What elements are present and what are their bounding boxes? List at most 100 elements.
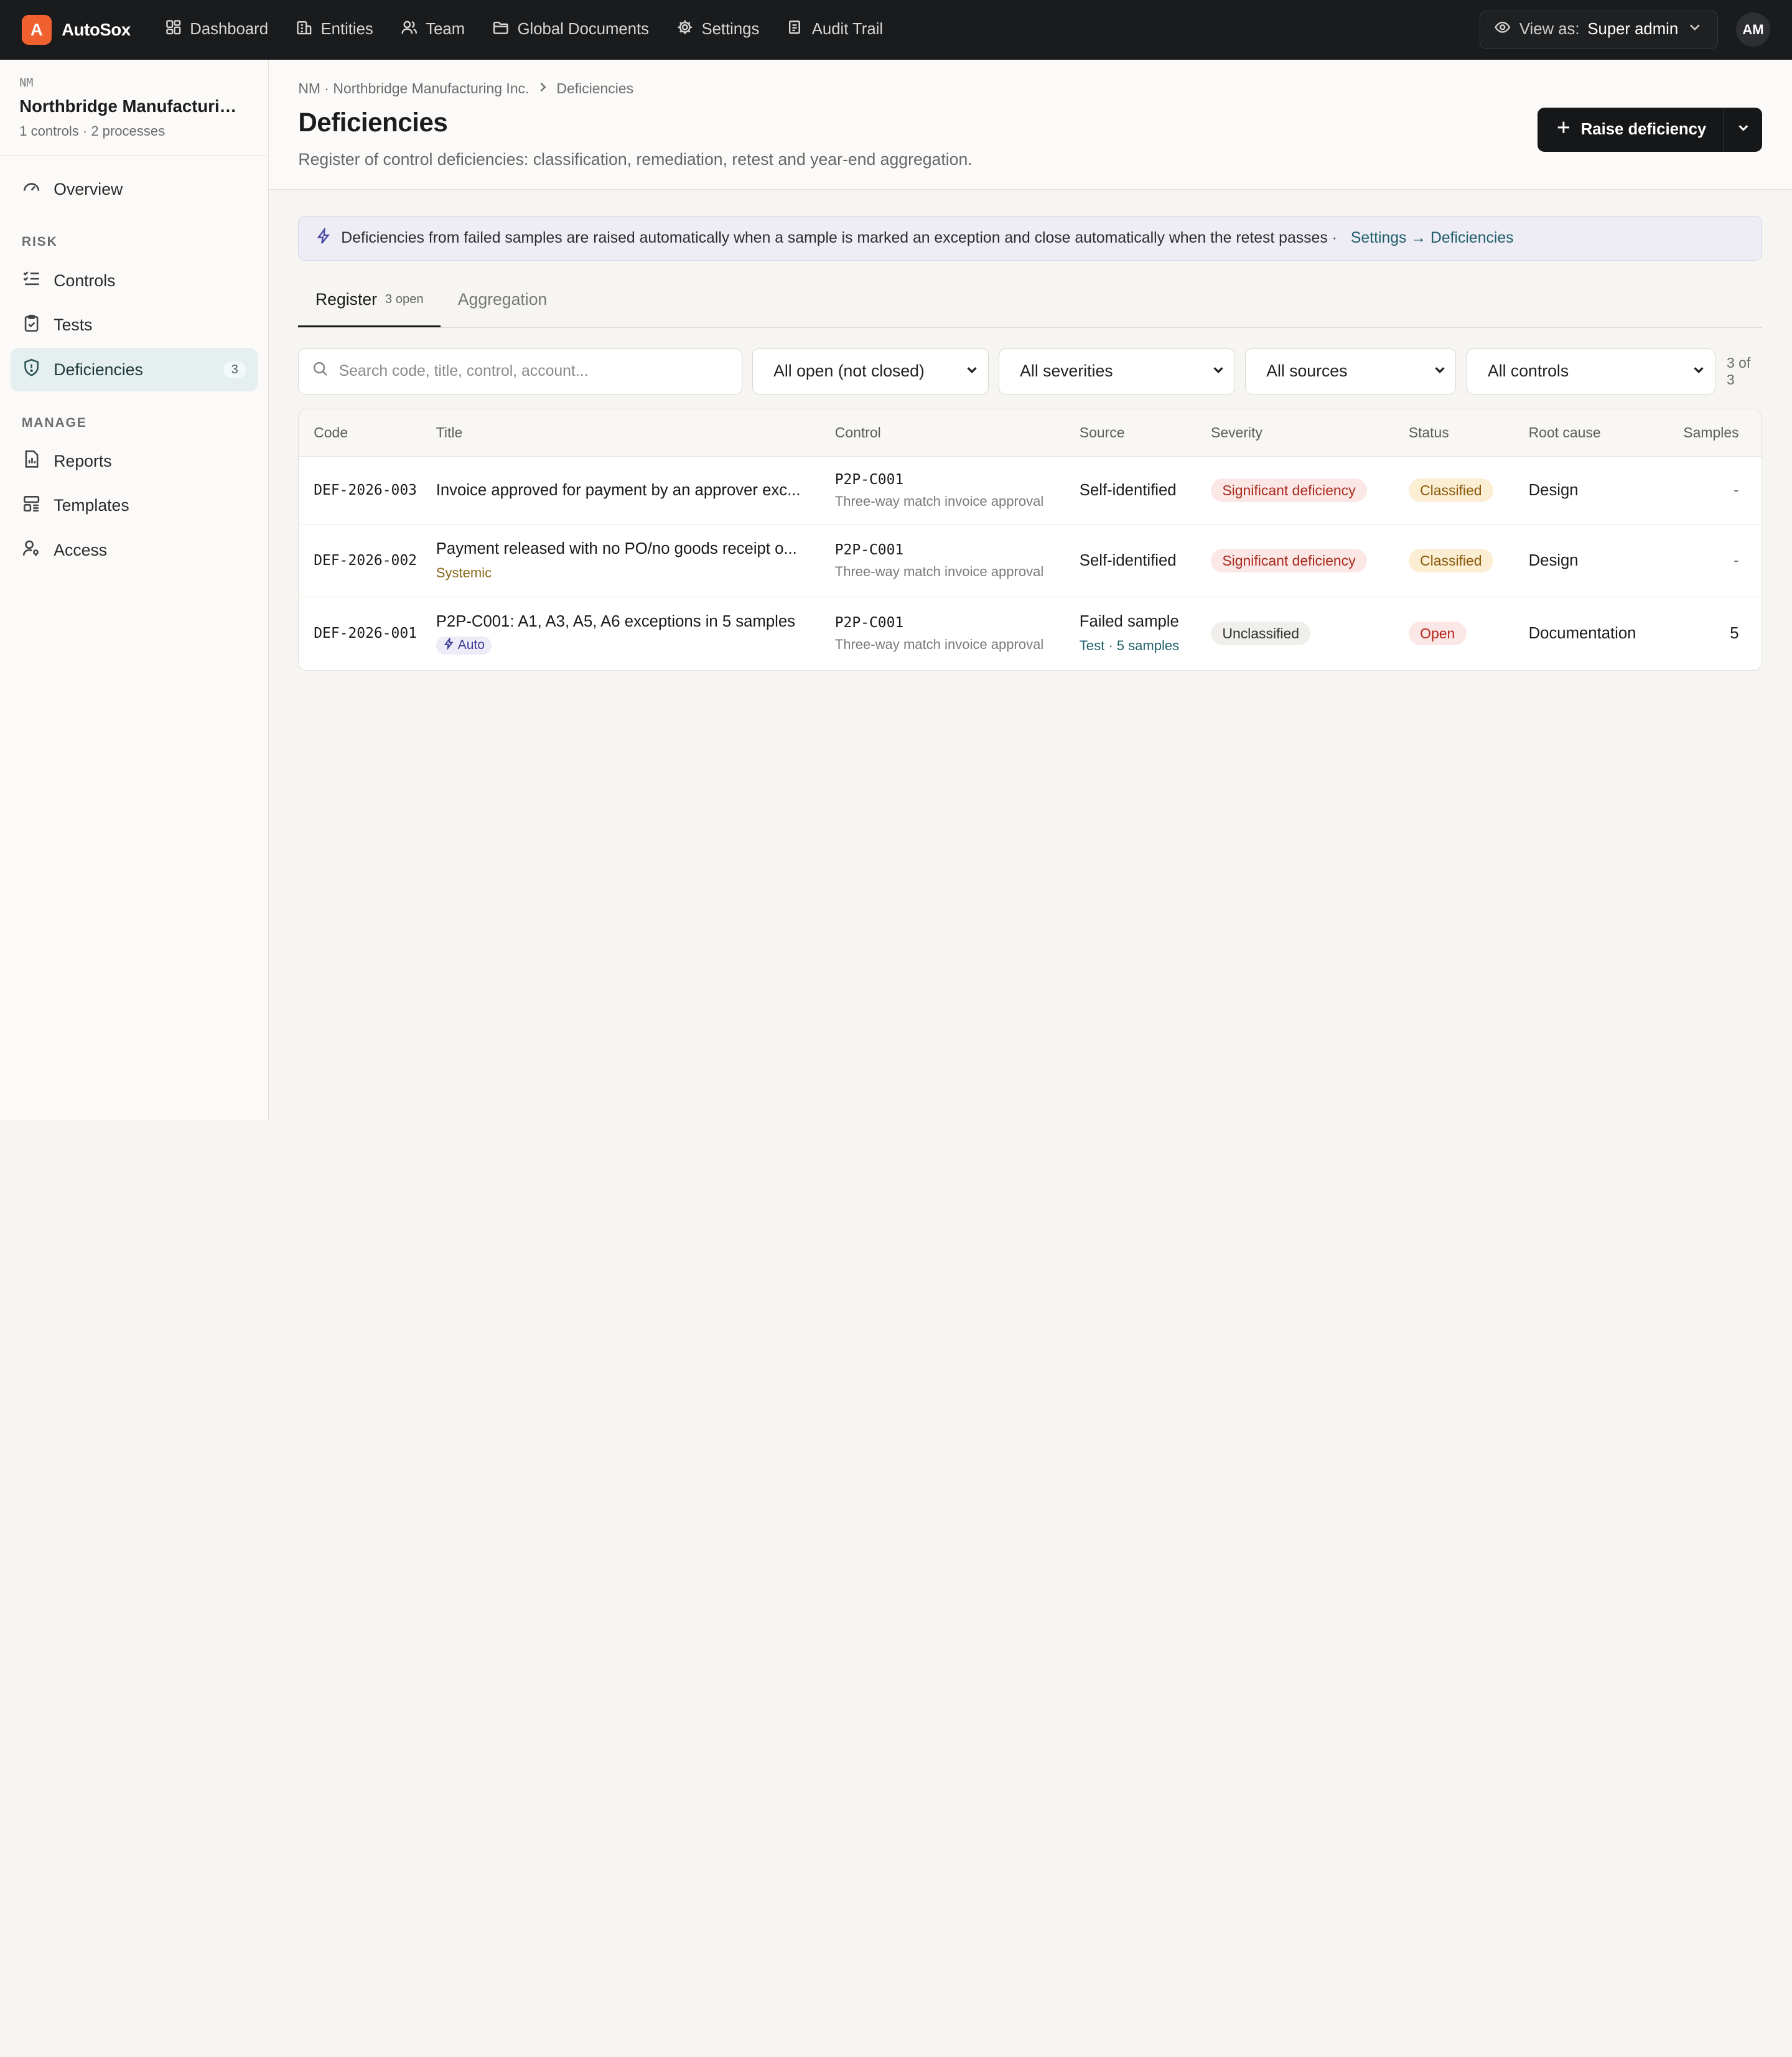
severity-badge: Unclassified — [1211, 622, 1311, 646]
column-header-title[interactable]: Title — [436, 424, 835, 441]
nav-audit-trail-label: Audit Trail — [811, 21, 884, 39]
sidebar-item-label: Tests — [54, 315, 93, 335]
shield-icon — [22, 358, 41, 381]
entity-code: NM — [19, 77, 34, 90]
result-count: 3 of 3 — [1726, 354, 1751, 388]
control-cell: P2P-C001 Three-way match invoice approva… — [835, 615, 1080, 653]
page-header: NM · Northbridge Manufacturing Inc. Defi… — [268, 59, 1792, 190]
table-row[interactable]: DEF-2026-002 Payment released with no PO… — [299, 525, 1762, 597]
nav-team[interactable]: Team — [387, 0, 478, 60]
sidebar: NM Northbridge Manufacturing Inc. 1 cont… — [0, 59, 269, 1120]
nav-dashboard-label: Dashboard — [190, 21, 269, 39]
source-value: Failed sample — [1079, 613, 1179, 631]
nav-entities[interactable]: Entities — [282, 0, 387, 60]
sidebar-section-manage: MANAGE — [21, 415, 87, 430]
samples-count: 5 — [1730, 624, 1739, 642]
table-row[interactable]: DEF-2026-001 P2P-C001: A1, A3, A5, A6 ex… — [299, 597, 1762, 671]
control-name: Three-way match invoice approval — [834, 563, 1044, 579]
settings-deficiencies-link[interactable]: Settings → Deficiencies — [1351, 230, 1514, 247]
top-bar-right: View as: Super admin AM — [1480, 10, 1771, 49]
breadcrumb: NM · Northbridge Manufacturing Inc. Defi… — [298, 80, 1762, 98]
deficiency-code: DEF-2026-003 — [314, 482, 417, 499]
chevron-down-icon — [1686, 19, 1704, 40]
control-filter-value: All controls — [1487, 361, 1569, 381]
gear-icon — [676, 19, 694, 40]
status-cell: Classified — [1408, 478, 1529, 503]
source-cell: Self-identified — [1080, 552, 1211, 570]
deficiency-title: P2P-C001: A1, A3, A5, A6 exceptions in 5… — [436, 613, 796, 631]
view-as-dropdown[interactable]: View as: Super admin — [1480, 10, 1718, 49]
column-header-root-cause[interactable]: Root cause — [1529, 424, 1671, 441]
tab-register-count: 3 open — [385, 292, 424, 307]
sidebar-item-controls[interactable]: Controls — [11, 259, 258, 302]
control-filter-select[interactable]: All controls — [1466, 348, 1715, 394]
deficiency-title-cell: Invoice approved for payment by an appro… — [436, 482, 835, 500]
users-icon — [401, 19, 418, 40]
search-icon — [312, 360, 329, 383]
sidebar-item-tests[interactable]: Tests — [11, 304, 258, 347]
control-code: P2P-C001 — [834, 471, 904, 488]
source-filter-select[interactable]: All sources — [1245, 348, 1457, 394]
tab-aggregation-label: Aggregation — [457, 290, 548, 309]
top-nav: Dashboard Entities Team Global Documents… — [151, 0, 897, 60]
sidebar-item-label: Overview — [54, 179, 123, 198]
column-header-status[interactable]: Status — [1409, 424, 1529, 441]
eye-icon — [1494, 19, 1511, 40]
sidebar-item-label: Templates — [54, 496, 129, 515]
sidebar-item-reports[interactable]: Reports — [11, 439, 258, 483]
deficiency-title: Invoice approved for payment by an appro… — [436, 481, 801, 499]
control-name: Three-way match invoice approval — [834, 493, 1044, 509]
sidebar-nav: Overview RISK Controls Tests Deficiencie… — [0, 156, 268, 585]
sidebar-section-risk: RISK — [21, 235, 58, 250]
sidebar-item-templates[interactable]: Templates — [11, 484, 258, 528]
column-header-code[interactable]: Code — [299, 424, 436, 441]
status-badge: Open — [1408, 622, 1467, 646]
control-name: Three-way match invoice approval — [834, 637, 1044, 652]
source-cell: Failed sample Test · 5 samples — [1080, 613, 1211, 654]
table-row[interactable]: DEF-2026-003 Invoice approved for paymen… — [299, 457, 1762, 525]
nav-entities-label: Entities — [320, 21, 373, 39]
column-header-control[interactable]: Control — [835, 424, 1080, 441]
column-header-samples[interactable]: Samples — [1670, 424, 1759, 441]
gauge-icon — [22, 177, 41, 201]
sidebar-item-deficiencies[interactable]: Deficiencies 3 — [10, 348, 258, 392]
chevron-down-icon — [965, 361, 979, 381]
entity-meta: 1 controls · 2 processes — [19, 123, 166, 139]
tab-register-label: Register — [315, 290, 378, 309]
column-header-source[interactable]: Source — [1080, 424, 1211, 441]
nav-dashboard[interactable]: Dashboard — [151, 0, 282, 60]
deficiency-title: Payment released with no PO/no goods rec… — [436, 540, 797, 558]
test-samples-link[interactable]: Test · 5 samples — [1080, 638, 1211, 654]
info-banner-text: Deficiencies from failed samples are rai… — [341, 229, 1337, 246]
layout-icon — [22, 494, 41, 518]
app-logo[interactable]: A AutoSox — [21, 14, 131, 45]
nav-team-label: Team — [426, 21, 465, 39]
entity-switcher[interactable]: NM Northbridge Manufacturing Inc. 1 cont… — [0, 60, 268, 156]
status-badge: Classified — [1408, 549, 1493, 573]
column-header-severity[interactable]: Severity — [1211, 424, 1409, 441]
sidebar-item-overview[interactable]: Overview — [11, 167, 258, 211]
search-input[interactable] — [338, 362, 729, 380]
page-body: Deficiencies from failed samples are rai… — [269, 190, 1792, 697]
view-as-value: Super admin — [1587, 21, 1679, 39]
deficiencies-count-badge: 3 — [223, 361, 246, 378]
control-cell: P2P-C001 Three-way match invoice approva… — [835, 472, 1080, 510]
user-avatar[interactable]: AM — [1735, 12, 1771, 47]
breadcrumb-entity[interactable]: NM · Northbridge Manufacturing Inc. — [298, 80, 529, 97]
root-cause: Documentation — [1528, 624, 1636, 642]
raise-options-button[interactable] — [1723, 107, 1762, 152]
sidebar-item-access[interactable]: Access — [11, 529, 258, 572]
status-filter-select[interactable]: All open (not closed) — [752, 348, 989, 394]
severity-filter-select[interactable]: All severities — [999, 348, 1235, 394]
tab-aggregation[interactable]: Aggregation — [441, 281, 564, 327]
status-filter-value: All open (not closed) — [773, 361, 925, 381]
tab-register[interactable]: Register 3 open — [298, 281, 441, 328]
root-cause: Design — [1528, 481, 1579, 499]
nav-settings[interactable]: Settings — [663, 0, 773, 60]
chevron-right-icon — [536, 80, 549, 98]
source-value: Self-identified — [1079, 551, 1177, 569]
severity-filter-value: All severities — [1020, 361, 1113, 381]
nav-global-documents[interactable]: Global Documents — [478, 0, 663, 60]
raise-deficiency-button[interactable]: Raise deficiency — [1538, 108, 1724, 152]
nav-audit-trail[interactable]: Audit Trail — [773, 0, 897, 60]
